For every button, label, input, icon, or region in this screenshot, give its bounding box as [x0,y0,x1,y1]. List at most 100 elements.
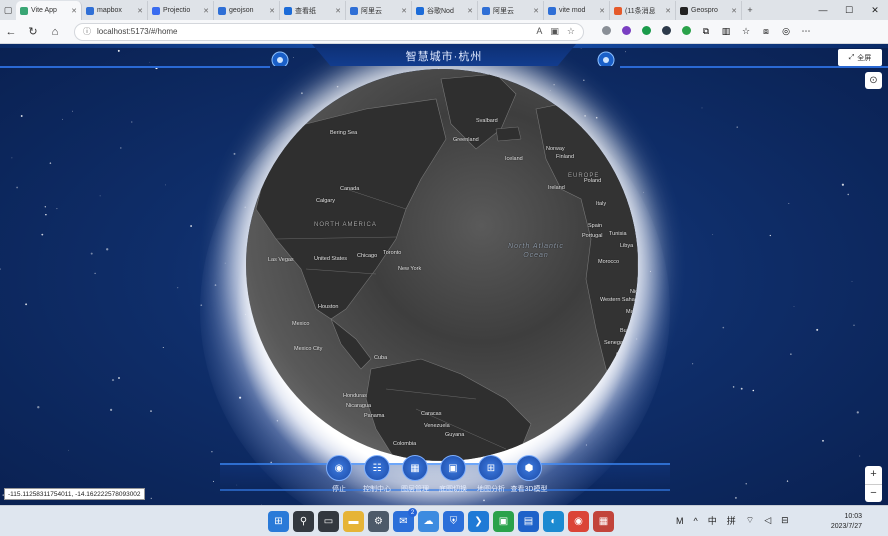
zoom-control: + − [865,466,882,502]
refresh-icon[interactable]: ↻ [22,25,44,38]
clock[interactable]: 10:03 2023/7/27 [830,512,862,532]
browser-tab[interactable]: 阿里云 ✕ [346,1,412,20]
browser-tab[interactable]: 谷歌Nod ✕ [412,1,478,20]
zoom-out-button[interactable]: − [865,485,882,503]
taskbar-search-icon[interactable]: ⚲ [293,511,314,532]
tool-button[interactable]: ▣ 底图切换 [438,455,468,494]
tool-button[interactable]: ⬢ 查看3D模型 [511,455,547,494]
header-gear-right-icon [597,51,615,66]
tray-item[interactable]: 中 [708,514,717,527]
tray-item[interactable]: M [676,516,684,526]
header-line-left [0,66,270,68]
more-menu-icon[interactable]: ⋯ [796,26,816,37]
tray-item[interactable]: ⊟ [781,515,789,526]
tray-item[interactable]: ^ [694,516,698,526]
favorites-icon[interactable]: ☆ [736,26,756,37]
tool-button[interactable]: ☷ 控制中心 [362,455,392,494]
tray-item[interactable]: 拼 [727,514,736,527]
tab-close-icon[interactable]: ✕ [333,7,341,15]
browser-tab[interactable]: Projectio ✕ [148,1,214,20]
extension-dark-icon[interactable] [656,26,676,37]
star [131,121,133,123]
stop-icon: ◉ [326,455,352,481]
browser-tab[interactable]: vite mod ✕ [544,1,610,20]
minimize-button[interactable]: — [810,5,836,15]
tab-label: Vite App [31,7,57,14]
map-viewport[interactable]: Svalbard Greenland Iceland Norway Finland EUR… [0,45,888,505]
tray-item[interactable]: ⌔ [746,515,754,526]
info-icon[interactable]: ⓘ [83,26,91,37]
map-label: Bering Sea [330,130,358,136]
globe[interactable]: Svalbard Greenland Iceland Norway Finland EUR… [246,69,638,461]
tool-label: 底图切换 [439,486,467,493]
tab-close-icon[interactable]: ✕ [663,7,671,15]
browser-tab[interactable]: Geospro ✕ [676,1,742,20]
taskbar-security-icon[interactable]: ⛨ [443,511,464,532]
extension-purple-icon[interactable] [616,26,636,37]
taskbar-terminal-icon[interactable]: ▣ [493,511,514,532]
favorite-star-icon[interactable]: ☆ [567,26,575,37]
tab-close-icon[interactable]: ✕ [135,7,143,15]
browser-tab[interactable]: Vite App ✕ [16,1,82,20]
tab-close-icon[interactable]: ✕ [531,7,539,15]
tab-close-icon[interactable]: ✕ [267,7,275,15]
browser-tab[interactable]: 查看纸 ✕ [280,1,346,20]
tab-close-icon[interactable]: ✕ [597,7,605,15]
browser-tab[interactable]: mapbox ✕ [82,1,148,20]
compass-icon[interactable]: ⊙ [865,72,882,89]
star [25,303,28,306]
collections-button-icon[interactable]: ⧈ [756,26,776,37]
browser-tab[interactable]: 阿里云 ✕ [478,1,544,20]
taskbar-app-icon[interactable]: ▦ [593,511,614,532]
taskbar-notes-icon[interactable]: ▤ [518,511,539,532]
tab-close-icon[interactable]: ✕ [69,7,77,15]
profile-icon[interactable]: ◎ [776,26,796,37]
browser-tab[interactable]: (11条消息 ✕ [610,1,676,20]
zoom-in-button[interactable]: + [865,466,882,485]
tab-label: vite mod [559,7,586,14]
close-window-button[interactable]: ✕ [862,5,888,16]
system-tray: M ^ 中拼 ⌔ ◁ ⊟ [676,514,789,527]
taskbar-messages-icon[interactable]: ✉ 2 [393,508,417,532]
taskbar-file-explorer-icon[interactable]: ▬ [343,511,364,532]
tool-button[interactable]: ⊞ 地图分析 [476,455,506,494]
app-glyph: ☁ [423,516,434,527]
taskbar-task-view-icon[interactable]: ▭ [318,511,339,532]
star [72,110,74,112]
star [712,234,714,235]
tool-button[interactable]: ◉ 停止 [324,455,354,494]
app-glyph: ◉ [574,516,583,527]
fullscreen-button[interactable]: ⤢ 全屏 [838,49,882,66]
tab-close-icon[interactable]: ✕ [399,7,407,15]
taskbar-chrome-icon[interactable]: ◉ [568,511,589,532]
layers-icon: ▦ [402,455,428,481]
tool-button[interactable]: ▦ 图层管理 [400,455,430,494]
new-tab-button[interactable]: + [742,0,758,20]
read-aloud-icon[interactable]: A [536,26,542,37]
star [150,410,152,412]
back-icon[interactable]: ← [0,26,22,38]
tab-favicon-icon [614,6,622,15]
taskbar-edge-icon[interactable]: ◐ [543,511,564,532]
collections-icon[interactable]: ▣ [550,26,559,37]
address-bar[interactable]: ⓘ localhost:5173/#/home A ▣ ☆ [74,22,584,41]
tab-close-icon[interactable]: ✕ [201,7,209,15]
home-icon[interactable]: ⌂ [44,26,66,38]
taskbar-cloud-icon[interactable]: ☁ [418,511,439,532]
taskbar-settings-icon[interactable]: ⚙ [368,511,389,532]
extension-green-icon[interactable] [636,26,656,37]
taskbar-start-icon[interactable]: ⊞ [268,511,289,532]
star [769,234,771,237]
tab-close-icon[interactable]: ✕ [729,7,737,15]
star [190,225,193,227]
split-screen-icon[interactable]: ▥ [716,26,736,37]
maximize-button[interactable]: ☐ [836,5,862,16]
extensions-puzzle-icon[interactable]: ⧉ [696,26,716,37]
taskbar-vscode-icon[interactable]: ❯ [468,511,489,532]
tray-item[interactable]: ◁ [764,515,771,526]
extension-copilot-icon[interactable] [596,26,616,37]
tab-actions-icon[interactable]: ▢ [0,0,16,20]
tab-close-icon[interactable]: ✕ [465,7,473,15]
browser-tab[interactable]: geojson ✕ [214,1,280,20]
extension-shield-icon[interactable] [676,26,696,37]
